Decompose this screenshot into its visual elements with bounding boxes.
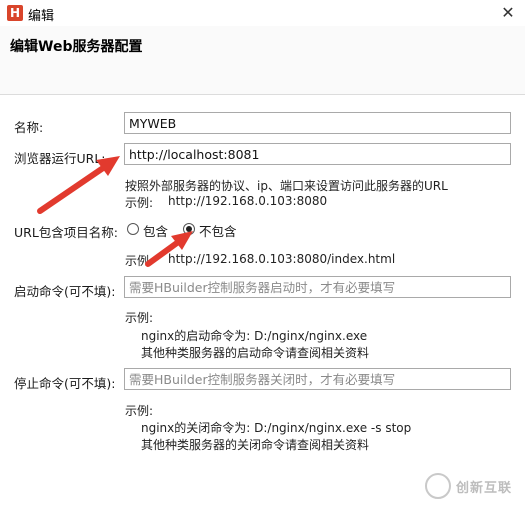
- annotation-arrows: [37, 156, 193, 267]
- watermark-text: 创新互联: [456, 481, 513, 496]
- arrow-to-exclude-radio: [145, 231, 193, 267]
- arrow-to-url-input: [37, 156, 120, 214]
- watermark-logo-icon: [425, 473, 451, 499]
